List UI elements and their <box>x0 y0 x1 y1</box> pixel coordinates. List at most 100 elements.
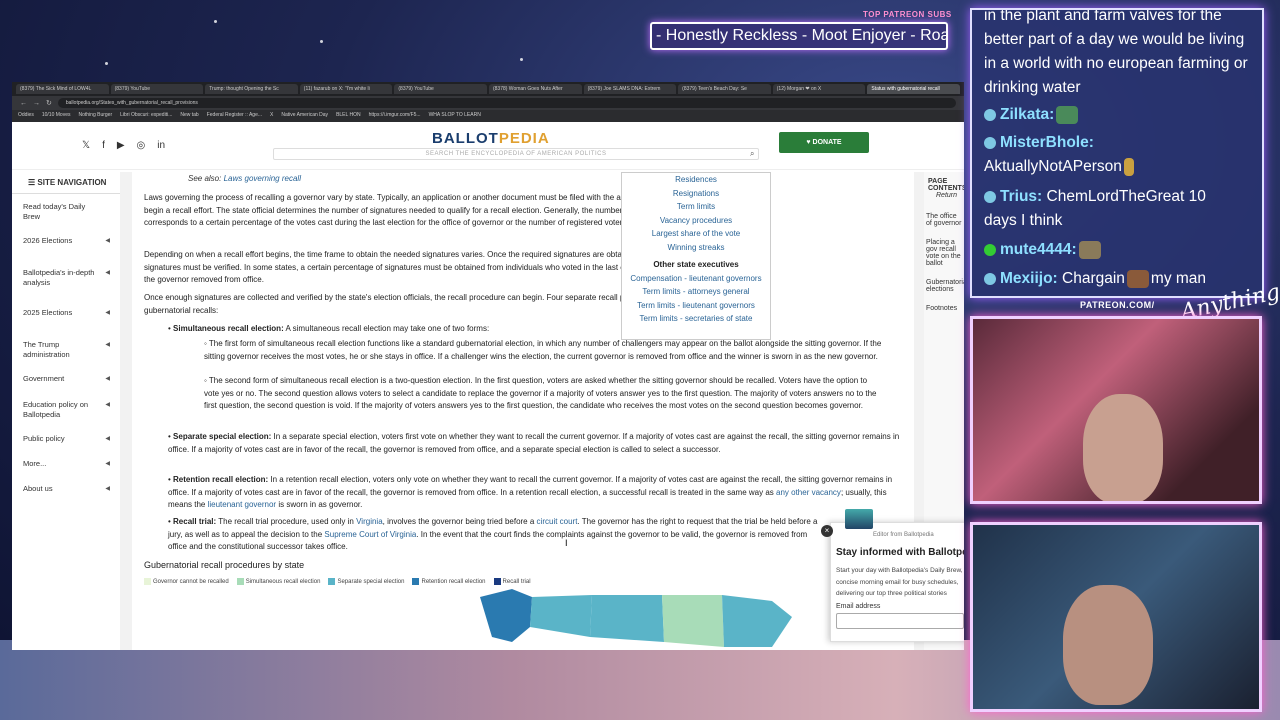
chat-text: days I think <box>984 212 1063 229</box>
chat-message-text: in the plant and farm valves for the bet… <box>984 8 1248 96</box>
bullet-title: Separate special election: <box>173 432 272 441</box>
map-region[interactable] <box>722 595 792 647</box>
donate-label: DONATE <box>812 139 842 146</box>
sidebar-item-education[interactable]: Education policy on Ballotpedia ◀ <box>12 400 120 420</box>
infobox-link[interactable]: Compensation - lieutenant governors <box>622 272 770 286</box>
browser-tab[interactable]: (8379) Teen's Beach Day: Se <box>678 84 771 94</box>
forward-icon[interactable]: → <box>33 100 40 107</box>
url-input[interactable]: ballotpedia.org/States_with_gubernatoria… <box>57 98 956 108</box>
browser-tab[interactable]: (8378) Woman Goes Nuts After <box>488 84 582 94</box>
sub-bullet-second-form: ◦ The second form of simultaneous recall… <box>204 376 877 410</box>
any-other-vacancy-link[interactable]: any other vacancy <box>776 488 841 497</box>
x-icon[interactable]: 𝕏 <box>82 140 90 151</box>
infobox-link[interactable]: Winning streaks <box>622 241 770 255</box>
emote-icon <box>1126 270 1149 288</box>
map-region[interactable] <box>480 589 532 642</box>
sidebar-item-daily-brew[interactable]: Read today's Daily Brew <box>12 202 120 222</box>
sidebar-item-public-policy[interactable]: Public policy ◀ <box>12 434 120 444</box>
map-region[interactable] <box>590 595 664 642</box>
user-badge-icon <box>984 109 996 121</box>
text-cursor-icon: I <box>565 538 568 548</box>
virginia-link[interactable]: Virginia <box>356 517 383 526</box>
sidebar-item-2025-elections[interactable]: 2025 Elections ◀ <box>12 308 120 318</box>
browser-tab[interactable]: Trump: thought Opening the Sc <box>205 84 298 94</box>
legend-swatch <box>328 578 336 585</box>
toc-item[interactable]: The office of governor <box>924 199 964 227</box>
map-region[interactable] <box>662 595 724 647</box>
see-also-link[interactable]: Laws governing recall <box>224 174 301 183</box>
bookmark-item[interactable]: 10/10 Moves <box>42 112 71 120</box>
bookmark-item[interactable]: BLEL HON <box>336 112 361 120</box>
infobox-link[interactable]: Term limits - attorneys general <box>622 285 770 299</box>
bullet-text: is sworn in as governor. <box>278 500 363 509</box>
supreme-court-virginia-link[interactable]: Supreme Court of Virginia <box>324 530 416 539</box>
toc-item[interactable]: Footnotes <box>924 293 964 312</box>
bookmark-item[interactable]: New tab <box>180 112 198 120</box>
close-icon[interactable]: × <box>821 525 833 537</box>
bookmark-item[interactable]: Oddies <box>18 112 34 120</box>
toc-item[interactable]: Placing a gov recall vote on the ballot <box>924 227 964 267</box>
infobox-link[interactable]: Vacancy procedures <box>622 214 770 228</box>
sidebar-item-more[interactable]: More... ◀ <box>12 459 120 469</box>
sidebar-item-trump-admin[interactable]: The Trump administration ◀ <box>12 340 120 360</box>
bookmark-item[interactable]: https://i.imgur.com/F5... <box>369 112 421 120</box>
us-recall-map[interactable] <box>472 587 802 650</box>
bookmark-item[interactable]: Nothing Burger <box>78 112 112 120</box>
email-field[interactable] <box>836 613 964 629</box>
infobox-link[interactable]: Term limits - secretaries of state <box>622 312 770 326</box>
bullet-separate-special: • Separate special election: In a separa… <box>168 432 900 454</box>
sidebar-item-government[interactable]: Government ◀ <box>12 374 120 384</box>
browser-tab[interactable]: (11) fazarub on X: "I'm white li <box>299 84 393 94</box>
bookmark-item[interactable]: WHA SLOP TO LEARN <box>429 112 481 120</box>
donate-button[interactable]: ♥ DONATE <box>779 132 869 153</box>
youtube-icon[interactable]: ▶ <box>117 140 125 151</box>
legend-label: Simultaneous recall election <box>245 579 321 586</box>
circuit-court-link[interactable]: circuit court <box>537 517 578 526</box>
chat-username[interactable]: mute4444: <box>1000 241 1077 258</box>
instagram-icon[interactable]: ◎ <box>137 140 146 151</box>
infobox-link[interactable]: Largest share of the vote <box>622 227 770 241</box>
sub-bullet-text: The first form of simultaneous recall el… <box>204 339 882 361</box>
chat-username[interactable]: Trius: <box>1000 188 1042 205</box>
browser-tab[interactable]: (8379) The Sick Mind of LOW4L <box>16 84 109 94</box>
toc-item[interactable]: Gubernatorial elections <box>924 267 964 293</box>
infobox-link[interactable]: Term limits - lieutenant governors <box>622 299 770 313</box>
bullet-retention: • Retention recall election: In a retent… <box>168 475 893 509</box>
site-navigation-title[interactable]: ☰ SITE NAVIGATION <box>12 172 120 194</box>
linkedin-icon[interactable]: in <box>157 140 165 151</box>
reload-icon[interactable]: ↻ <box>46 99 52 107</box>
chat-username[interactable]: Mexiijo: <box>1000 270 1058 287</box>
bookmark-item[interactable]: Federal Register :: Age... <box>207 112 262 120</box>
bookmark-item[interactable]: Libri Obscuri: expediti... <box>120 112 172 120</box>
chat-username[interactable]: Zilkata: <box>1000 106 1054 123</box>
lieutenant-governor-link[interactable]: lieutenant governor <box>208 500 277 509</box>
chat-username[interactable]: MisterBhole: <box>1000 134 1094 151</box>
sidebar-item-label: The Trump administration <box>23 340 70 359</box>
map-region[interactable] <box>530 595 592 637</box>
chat-text: ChemLordTheGreat 10 <box>1046 188 1206 205</box>
browser-tab[interactable]: (8379) YouTube <box>110 84 204 94</box>
browser-tab-active[interactable]: Status with gubernatorial recall <box>867 84 960 94</box>
browser-tab[interactable]: (8379) Joe SLAMS DNA: Extrem <box>583 84 677 94</box>
back-icon[interactable]: ← <box>20 100 27 107</box>
sidebar-item-analysis[interactable]: Ballotpedia's in-depth analysis ◀ <box>12 268 120 288</box>
sidebar-item-about[interactable]: About us ◀ <box>12 484 120 494</box>
infobox-link[interactable]: Term limits <box>622 200 770 214</box>
ballotpedia-logo[interactable]: BALLOTPEDIA <box>432 130 550 147</box>
browser-tab[interactable]: (12) Morgan ❤ on X <box>772 84 866 94</box>
browser-tab[interactable]: (8379) YouTube <box>394 84 487 94</box>
sidebar-item-2026-elections[interactable]: 2026 Elections ◀ <box>12 236 120 246</box>
bookmark-item[interactable]: X <box>270 112 273 120</box>
patreon-ticker: - Honestly Reckless - Moot Enjoyer - Roa… <box>650 22 948 50</box>
search-icon[interactable]: ⌕ <box>750 149 755 159</box>
infobox-link[interactable]: Resignations <box>622 187 770 201</box>
bookmark-item[interactable]: Native American Day <box>281 112 328 120</box>
star-decoration <box>520 58 523 61</box>
facebook-icon[interactable]: f <box>102 140 105 151</box>
search-input[interactable]: SEARCH THE ENCYCLOPEDIA OF AMERICAN POLI… <box>273 148 759 160</box>
infobox: Residences Resignations Term limits Vaca… <box>621 172 771 340</box>
newsletter-thumbnail <box>845 509 873 529</box>
infobox-link[interactable]: Residences <box>622 173 770 187</box>
bullet-title: Retention recall election: <box>173 475 269 484</box>
toc-return[interactable]: Return <box>924 192 964 199</box>
